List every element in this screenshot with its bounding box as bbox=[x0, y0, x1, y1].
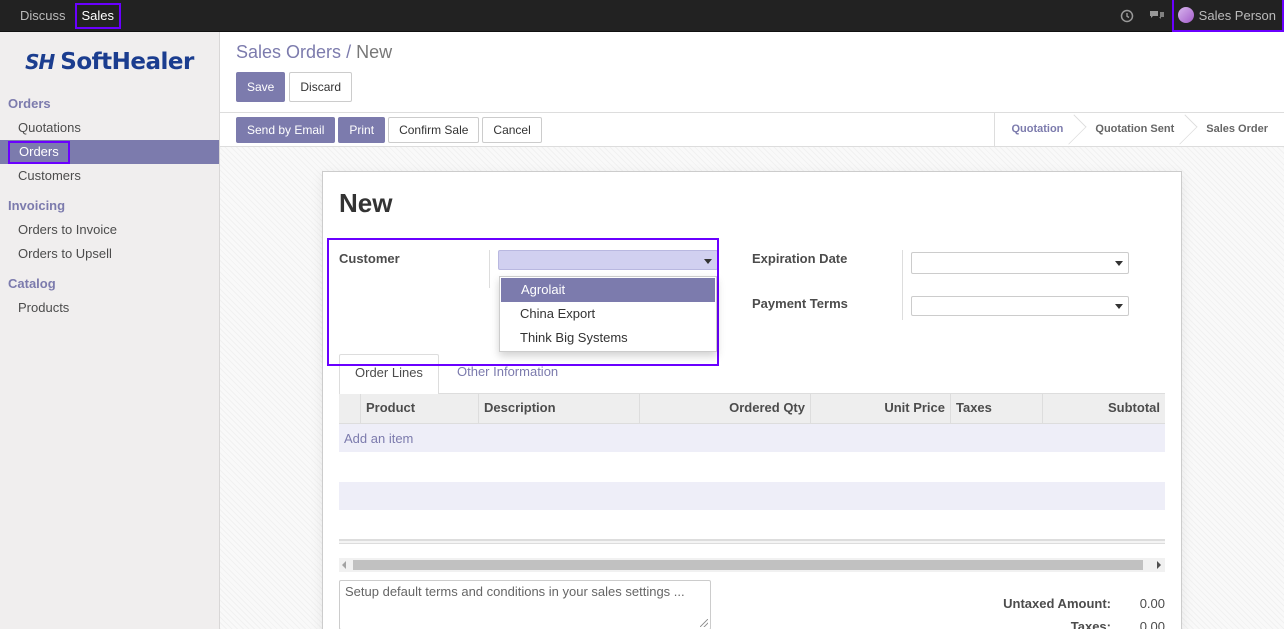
terms-notes-textarea[interactable]: Setup default terms and conditions in yo… bbox=[339, 580, 711, 629]
breadcrumb-parent[interactable]: Sales Orders bbox=[236, 42, 341, 62]
activity-clock-icon[interactable] bbox=[1112, 0, 1142, 32]
table-footer bbox=[339, 539, 1165, 544]
column-ordered-qty[interactable]: Ordered Qty bbox=[639, 394, 810, 424]
user-menu[interactable]: Sales Person bbox=[1171, 0, 1284, 32]
payment-terms-label: Payment Terms bbox=[752, 296, 848, 311]
breadcrumb: Sales Orders / New bbox=[236, 42, 392, 63]
top-navbar: Discuss Sales Sales Person bbox=[0, 0, 1284, 32]
avatar bbox=[1177, 7, 1194, 23]
order-lines-table: Product Description Ordered Qty Unit Pri… bbox=[339, 394, 1165, 544]
expiration-date-label: Expiration Date bbox=[752, 251, 848, 266]
taxes-label: Taxes: bbox=[1070, 619, 1111, 629]
column-taxes[interactable]: Taxes bbox=[950, 394, 1042, 424]
stage-quotation[interactable]: Quotation bbox=[995, 113, 1079, 146]
column-handle bbox=[339, 394, 360, 424]
notes-placeholder: Setup default terms and conditions in yo… bbox=[345, 584, 685, 599]
untaxed-amount-value: 0.00 bbox=[1139, 596, 1165, 611]
customer-dropdown: Agrolait China Export Think Big Systems bbox=[499, 276, 717, 352]
chevron-down-icon bbox=[704, 259, 712, 264]
sidebar-item-quotations[interactable]: Quotations bbox=[0, 116, 219, 140]
scroll-left-icon[interactable] bbox=[342, 561, 346, 569]
stage-pipeline: Quotation Quotation Sent Sales Order bbox=[994, 113, 1284, 146]
table-row bbox=[339, 482, 1165, 511]
table-row bbox=[339, 453, 1165, 482]
dropdown-option-think-big-systems[interactable]: Think Big Systems bbox=[500, 326, 716, 350]
tab-order-lines[interactable]: Order Lines bbox=[339, 354, 439, 395]
column-unit-price[interactable]: Unit Price bbox=[810, 394, 950, 424]
sidebar-item-orders-to-invoice[interactable]: Orders to Invoice bbox=[0, 218, 219, 242]
confirm-sale-button[interactable]: Confirm Sale bbox=[388, 117, 480, 143]
customer-label: Customer bbox=[339, 251, 400, 266]
dropdown-option-china-export[interactable]: China Export bbox=[500, 302, 716, 326]
record-title: New bbox=[339, 188, 393, 218]
sidebar-item-orders-to-upsell[interactable]: Orders to Upsell bbox=[0, 242, 219, 266]
scrollbar-thumb[interactable] bbox=[353, 560, 1143, 570]
save-button[interactable]: Save bbox=[236, 72, 286, 102]
scroll-right-icon[interactable] bbox=[1157, 561, 1161, 569]
logo-mark: SH bbox=[25, 50, 55, 74]
payment-terms-select[interactable] bbox=[911, 296, 1129, 316]
customer-select[interactable] bbox=[498, 250, 718, 270]
app-menu: Discuss Sales bbox=[0, 0, 124, 32]
form-view: New Customer Agrolait China Export Think… bbox=[220, 147, 1284, 629]
sidebar-heading-orders[interactable]: Orders bbox=[0, 92, 219, 116]
notebook-tabs: Order Lines Other Information bbox=[339, 354, 1165, 395]
systray: Sales Person bbox=[1112, 0, 1284, 32]
user-name: Sales Person bbox=[1198, 7, 1276, 23]
stage-quotation-sent[interactable]: Quotation Sent bbox=[1079, 113, 1190, 146]
form-sheet: New Customer Agrolait China Export Think… bbox=[322, 171, 1182, 629]
table-header: Product Description Ordered Qty Unit Pri… bbox=[339, 394, 1165, 424]
sidebar-item-customers[interactable]: Customers bbox=[0, 164, 219, 188]
column-subtotal[interactable]: Subtotal bbox=[1042, 394, 1165, 424]
sidebar-item-label: Orders bbox=[8, 141, 70, 164]
sidebar-heading-catalog[interactable]: Catalog bbox=[0, 272, 219, 296]
chevron-down-icon bbox=[1115, 261, 1123, 266]
column-product[interactable]: Product bbox=[360, 394, 478, 424]
sidebar-item-products[interactable]: Products bbox=[0, 296, 219, 320]
menu-sales[interactable]: Sales bbox=[74, 3, 122, 29]
tab-other-information[interactable]: Other Information bbox=[442, 354, 573, 395]
chevron-down-icon bbox=[1115, 304, 1123, 309]
print-button[interactable]: Print bbox=[338, 117, 386, 143]
resize-handle-icon[interactable] bbox=[700, 619, 708, 627]
form-statusbar: Send by Email Print Confirm Sale Cancel … bbox=[220, 113, 1284, 147]
send-by-email-button[interactable]: Send by Email bbox=[236, 117, 336, 143]
horizontal-scrollbar[interactable] bbox=[339, 558, 1165, 572]
sidebar-item-orders[interactable]: Orders bbox=[0, 140, 219, 164]
menu-discuss[interactable]: Discuss bbox=[14, 4, 72, 28]
sidebar-heading-invoicing[interactable]: Invoicing bbox=[0, 194, 219, 218]
sidebar: SH SoftHealer Orders Quotations Orders C… bbox=[0, 32, 220, 629]
table-row: Add an item bbox=[339, 424, 1165, 453]
column-description[interactable]: Description bbox=[478, 394, 639, 424]
chat-bubbles-icon[interactable] bbox=[1142, 0, 1172, 32]
discard-button[interactable]: Discard bbox=[289, 72, 353, 102]
cancel-button[interactable]: Cancel bbox=[482, 117, 542, 143]
company-logo: SH SoftHealer bbox=[0, 32, 219, 92]
add-item-link[interactable]: Add an item bbox=[339, 424, 1165, 453]
breadcrumb-current: New bbox=[356, 42, 393, 62]
taxes-value: 0.00 bbox=[1139, 619, 1165, 629]
untaxed-amount-label: Untaxed Amount: bbox=[1003, 596, 1111, 611]
logo-text: SoftHealer bbox=[60, 49, 194, 75]
dropdown-option-agrolait[interactable]: Agrolait bbox=[501, 278, 715, 302]
order-totals: Untaxed Amount: 0.00 Taxes: 0.00 bbox=[865, 592, 1165, 629]
breadcrumb-separator: / bbox=[346, 42, 352, 62]
stage-sales-order[interactable]: Sales Order bbox=[1190, 113, 1284, 146]
expiration-date-input[interactable] bbox=[911, 252, 1129, 274]
